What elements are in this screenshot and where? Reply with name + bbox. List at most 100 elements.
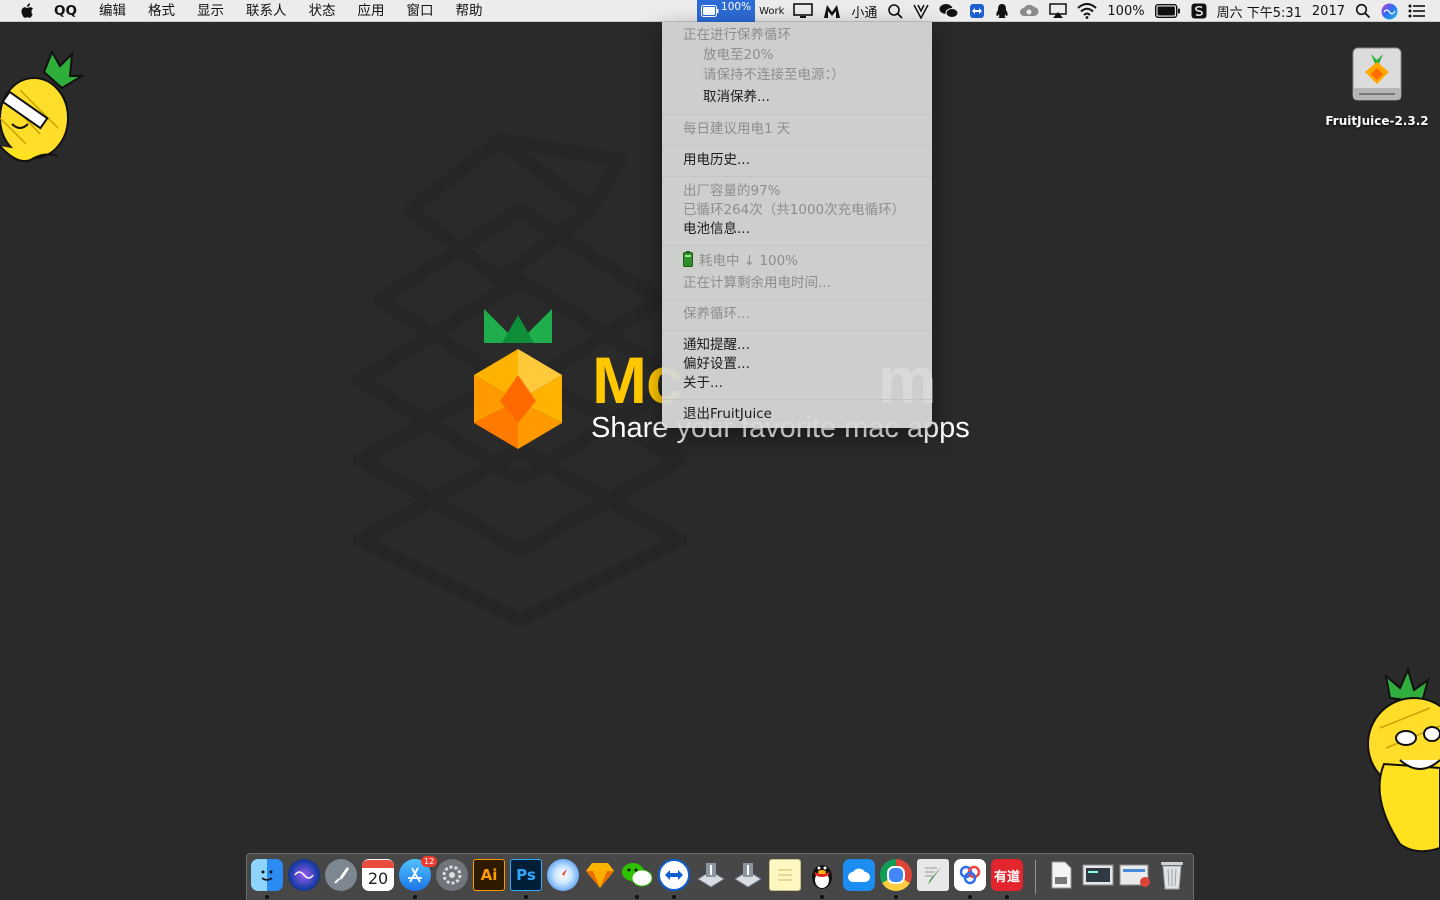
fruitjuice-percentage: 100% — [721, 1, 752, 13]
wechat-dock-icon[interactable] — [621, 859, 653, 891]
calendar-icon[interactable]: 20 — [362, 859, 394, 891]
cancel-maintenance-item[interactable]: 取消保养... — [703, 87, 770, 107]
running-indicator — [265, 895, 269, 899]
youdao-dict-icon[interactable]: 有道 — [991, 859, 1023, 891]
menu-separator — [662, 399, 932, 400]
launchpad-icon[interactable] — [325, 859, 357, 891]
pineapple-mascot-bottom-right — [1367, 668, 1440, 853]
apple-menu[interactable] — [0, 3, 54, 19]
menu-window[interactable]: 窗口 — [395, 0, 444, 22]
menu-separator — [662, 245, 932, 246]
m-app-icon[interactable] — [818, 0, 846, 22]
menu-format[interactable]: 格式 — [137, 0, 186, 22]
about-item[interactable]: 关于... — [683, 373, 723, 393]
xiaotong-status-item[interactable]: 小通 — [846, 0, 882, 22]
notifications-item[interactable]: 通知提醒... — [683, 335, 750, 355]
app-store-badge: 12 — [421, 856, 438, 867]
clock-year[interactable]: 2017 — [1307, 0, 1350, 22]
pineapple-logo — [474, 309, 562, 449]
running-indicator — [820, 895, 824, 899]
baidu-netdisk-icon[interactable] — [954, 859, 986, 891]
menu-separator — [662, 145, 932, 146]
factory-capacity-item: 出厂容量的97% — [683, 183, 781, 199]
siri-dock-icon[interactable] — [288, 859, 320, 891]
menu-separator — [662, 176, 932, 177]
menu-apps[interactable]: 应用 — [346, 0, 395, 22]
menu-contacts[interactable]: 联系人 — [235, 0, 298, 22]
calendar-day: 20 — [367, 869, 389, 888]
system-preferences-icon[interactable] — [436, 859, 468, 891]
downloads-stack-icon[interactable] — [1119, 859, 1151, 891]
display-icon[interactable] — [788, 0, 818, 22]
running-indicator — [968, 895, 972, 899]
safari-icon[interactable] — [547, 859, 579, 891]
battery-status-icon — [701, 5, 719, 17]
qq-penguin-icon[interactable] — [990, 0, 1014, 22]
battery-info-item[interactable]: 电池信息... — [683, 219, 750, 239]
menu-edit[interactable]: 编辑 — [88, 0, 137, 22]
apple-icon — [21, 3, 33, 18]
work-status-item[interactable]: Work — [755, 0, 788, 22]
teamviewer-icon[interactable] — [964, 0, 990, 22]
menu-app-qq[interactable]: QQ — [54, 0, 88, 22]
menu-separator — [662, 330, 932, 331]
battery-percentage[interactable]: 100% — [1102, 0, 1149, 22]
pineapple-mascot-top-left — [0, 49, 84, 162]
s-app-icon[interactable] — [1186, 0, 1212, 22]
dock-divider — [1035, 860, 1036, 894]
menu-bar: QQ 编辑 格式 显示 联系人 状态 应用 窗口 帮助 100% Work 小通 — [0, 0, 1440, 22]
notification-center-icon[interactable] — [1403, 0, 1440, 22]
teamviewer-dock-icon[interactable] — [658, 859, 690, 891]
creative-cloud-icon[interactable] — [1014, 0, 1044, 22]
qq-dock-icon[interactable] — [806, 859, 838, 891]
quit-fruitjuice-item[interactable]: 退出FruitJuice — [683, 404, 772, 424]
running-indicator — [635, 895, 639, 899]
menu-help[interactable]: 帮助 — [444, 0, 493, 22]
trash-icon[interactable] — [1156, 859, 1188, 891]
keep-unplugged-note: 请保持不连接至电源：） — [703, 67, 845, 83]
airplay-icon[interactable] — [1044, 0, 1072, 22]
finder-icon[interactable] — [251, 859, 283, 891]
photoshop-icon[interactable]: Ps — [510, 859, 542, 891]
cloud-drive-icon[interactable] — [843, 859, 875, 891]
draining-status-item: 耗电中 ↓ 100% — [683, 251, 798, 271]
battery-icon[interactable] — [1150, 0, 1186, 22]
screenshot-folder-icon[interactable] — [1082, 859, 1114, 891]
installer-icon-1[interactable] — [695, 859, 727, 891]
running-indicator — [413, 895, 417, 899]
menu-separator — [662, 299, 932, 300]
daily-recommend-item: 每日建议用电1 天 — [683, 121, 791, 137]
menu-separator — [662, 114, 932, 115]
green-battery-icon — [683, 251, 693, 267]
notes-icon[interactable] — [769, 859, 801, 891]
clipboard-search-icon[interactable] — [882, 0, 908, 22]
wifi-icon[interactable] — [1072, 0, 1102, 22]
preferences-item[interactable]: 偏好设置... — [683, 354, 750, 374]
desktop-icon-fruitjuice[interactable]: FruitJuice-2.3.2 — [1320, 44, 1434, 128]
vectornator-icon[interactable] — [908, 0, 934, 22]
youdao-label: 有道 — [993, 869, 1020, 885]
running-indicator — [524, 895, 528, 899]
discharge-target: 放电至20% — [703, 47, 774, 63]
maintenance-cycle-item: 保养循环... — [683, 306, 750, 322]
spotlight-search-icon[interactable] — [1350, 0, 1376, 22]
clock-datetime[interactable]: 周六 下午5:31 — [1212, 0, 1307, 22]
menu-view[interactable]: 显示 — [186, 0, 235, 22]
script-editor-icon[interactable] — [917, 859, 949, 891]
siri-icon[interactable] — [1376, 0, 1403, 22]
illustrator-icon[interactable]: Ai — [473, 859, 505, 891]
wechat-icon[interactable] — [934, 0, 964, 22]
sketch-icon[interactable] — [584, 859, 616, 891]
drive-icon — [1352, 47, 1402, 101]
usage-history-item[interactable]: 用电历史... — [683, 150, 750, 170]
illustrator-label: Ai — [480, 866, 498, 884]
running-indicator — [894, 895, 898, 899]
chrome-icon[interactable] — [880, 859, 912, 891]
desktop-icon-label: FruitJuice-2.3.2 — [1325, 114, 1429, 128]
fruitjuice-status-item[interactable]: 100% — [697, 0, 756, 22]
installer-icon-2[interactable] — [732, 859, 764, 891]
calculating-time-item: 正在计算剩余用电时间... — [683, 275, 831, 291]
document-icon[interactable] — [1045, 859, 1077, 891]
maintenance-header: 正在进行保养循环 — [683, 27, 791, 43]
menu-status[interactable]: 状态 — [297, 0, 346, 22]
